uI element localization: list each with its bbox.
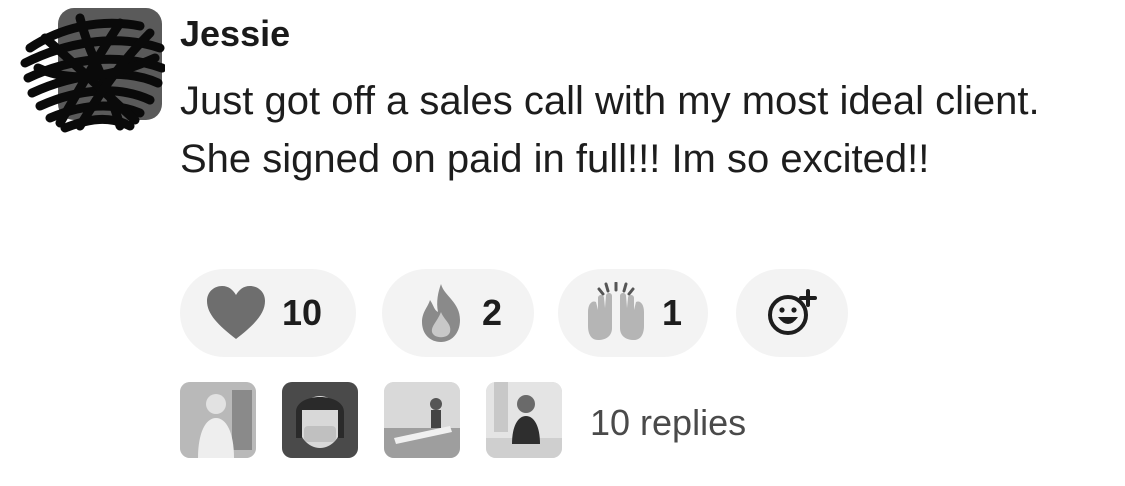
reply-avatar: [486, 382, 562, 458]
author-name[interactable]: Jessie: [180, 12, 290, 56]
reply-avatar: [282, 382, 358, 458]
author-avatar[interactable]: [20, 8, 165, 136]
raising-hands-icon: [588, 282, 644, 340]
reaction-heart[interactable]: 10: [180, 269, 356, 357]
heart-icon: [207, 286, 265, 339]
reaction-count: 10: [282, 292, 323, 333]
replies-count-link[interactable]: 10 replies: [590, 402, 746, 444]
add-reaction-icon: [768, 289, 817, 335]
reaction-count: 1: [662, 292, 683, 333]
fire-icon: [422, 284, 460, 342]
reaction-raising-hands[interactable]: 1: [558, 269, 708, 357]
message-text: Just got off a sales call with my most i…: [180, 79, 1040, 181]
reaction-fire[interactable]: 2: [382, 269, 534, 357]
reply-avatar: [180, 382, 256, 458]
scribble-redaction: [20, 13, 165, 133]
reply-avatar: [384, 382, 460, 458]
add-reaction-button[interactable]: [736, 269, 848, 357]
reaction-count: 2: [482, 292, 503, 333]
